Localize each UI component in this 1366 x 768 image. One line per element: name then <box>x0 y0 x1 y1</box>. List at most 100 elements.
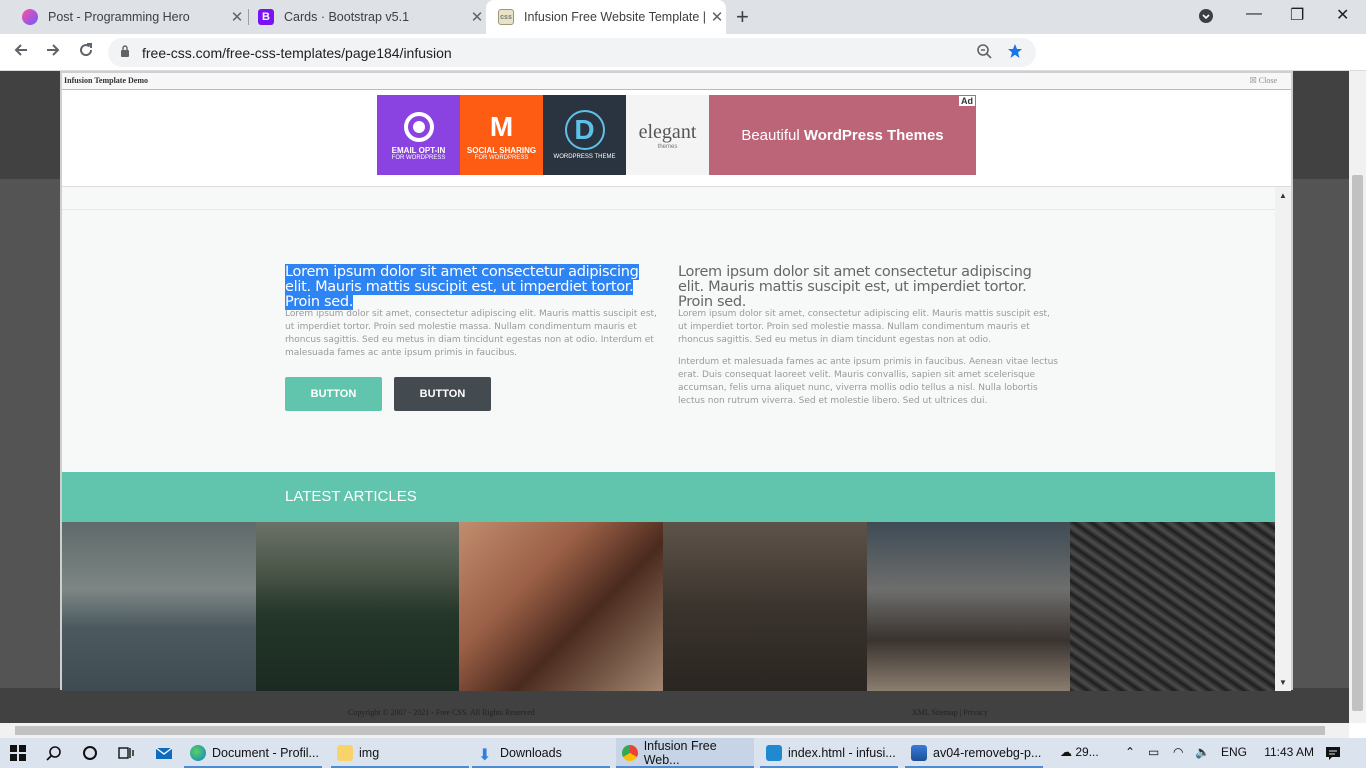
right-body-text: Lorem ipsum dolor sit amet, consectetur … <box>678 309 1050 345</box>
article-photo-woman-hair[interactable] <box>867 522 1070 691</box>
minimize-button[interactable]: — <box>1246 5 1262 23</box>
footer-links[interactable]: XML Sitemap | Privacy <box>912 708 988 717</box>
article-photo-rope[interactable] <box>1070 522 1275 691</box>
footer-copyright: Copyright © 2007 - 2021 - Free CSS. All … <box>348 708 535 717</box>
tab-separator <box>248 9 249 25</box>
photos-icon <box>911 745 927 761</box>
latest-articles-title: LATEST ARTICLES <box>285 488 417 505</box>
chrome-icon <box>622 745 638 761</box>
language-indicator[interactable]: ENG <box>1221 745 1247 759</box>
lock-icon <box>121 45 129 57</box>
close-icon[interactable]: ✕ <box>468 8 486 26</box>
taskbar-app-folder[interactable]: img <box>331 738 469 768</box>
clock[interactable]: 11:43 AM <box>1264 745 1314 759</box>
ad-elegant-themes-tile[interactable]: elegant themes <box>626 95 709 175</box>
tab-bar: Post - Programming Hero ✕ B Cards · Boot… <box>0 0 1366 34</box>
bookmark-star-icon[interactable] <box>1007 43 1023 64</box>
tab-title: Cards · Bootstrap v5.1 <box>284 10 410 24</box>
ad-tile-text: EMAIL OPT-IN <box>391 145 446 155</box>
primary-button[interactable]: BUTTON <box>285 377 382 411</box>
ad-tile-text: SOCIAL SHARING <box>466 145 537 155</box>
scroll-down-arrow-icon[interactable]: ▼ <box>1279 678 1287 687</box>
tab-infusion-active[interactable]: css Infusion Free Website Template | ✕ <box>486 0 726 34</box>
volume-icon[interactable]: 🔈 <box>1195 745 1210 759</box>
taskbar-app-edge[interactable]: Document - Profil... <box>184 738 322 768</box>
taskbar-app-label: Infusion Free Web... <box>643 739 717 767</box>
battery-icon[interactable]: ▭ <box>1148 745 1159 759</box>
taskbar-app-vscode[interactable]: index.html - infusi... <box>760 738 898 768</box>
demo-close-link[interactable]: ☒ Close <box>1250 76 1277 85</box>
page-viewport: Copyright © 2007 - 2021 - Free CSS. All … <box>0 71 1349 723</box>
cortana-icon[interactable] <box>82 745 98 766</box>
forward-arrow-icon[interactable] <box>44 41 62 64</box>
ad-social-sharing-tile[interactable]: M SOCIAL SHARING FOR WORDPRESS <box>460 95 543 175</box>
chevron-up-icon[interactable]: ⌃ <box>1125 745 1135 759</box>
divi-logo: D <box>564 110 605 150</box>
ad-tile-subtext: FOR WORDPRESS <box>474 154 529 161</box>
taskbar-app-label: img <box>359 746 380 760</box>
search-icon[interactable] <box>46 745 62 766</box>
zoom-icon[interactable] <box>976 43 992 64</box>
reload-icon[interactable] <box>77 41 95 64</box>
ad-tile-subtext: themes <box>657 143 678 150</box>
maximize-button[interactable]: ❐ <box>1290 5 1304 25</box>
ad-wordpress-themes-tile[interactable]: Beautiful WordPress Themes <box>709 95 976 175</box>
close-window-button[interactable]: ✕ <box>1336 5 1349 25</box>
browser-toolbar: free-css.com/free-css-templates/page184/… <box>0 34 1366 96</box>
back-arrow-icon[interactable] <box>12 41 30 64</box>
template-demo-frame: Infusion Template Demo ☒ Close EMAIL OPT… <box>60 71 1293 691</box>
close-icon[interactable]: ✕ <box>708 8 726 26</box>
edge-icon <box>190 745 206 761</box>
article-photo-mountains[interactable] <box>62 522 256 691</box>
scrollbar-thumb[interactable] <box>1352 175 1363 711</box>
page-horizontal-scrollbar[interactable] <box>0 723 1349 738</box>
ad-divi-tile[interactable]: D WORDPRESS THEME <box>543 95 626 175</box>
page-vertical-scrollbar[interactable] <box>1349 71 1366 723</box>
vscode-icon <box>766 745 782 761</box>
preview-scrollbar[interactable]: ▲ ▼ <box>1275 187 1291 691</box>
css-favicon-icon: css <box>498 9 514 25</box>
folder-icon <box>337 745 353 761</box>
new-tab-button[interactable]: + <box>736 4 749 30</box>
article-photo-woman-portrait[interactable] <box>459 522 663 691</box>
ad-banner[interactable]: EMAIL OPT-IN FOR WORDPRESS M SOCIAL SHAR… <box>377 95 977 175</box>
bootstrap-icon: B <box>258 9 274 25</box>
mail-icon[interactable] <box>155 745 173 766</box>
close-icon[interactable]: ✕ <box>228 8 246 26</box>
taskbar-app-chrome[interactable]: Infusion Free Web... <box>616 738 754 768</box>
wifi-icon[interactable]: ◠ <box>1173 745 1183 759</box>
taskbar-app-downloads[interactable]: ⬇ Downloads <box>472 738 610 768</box>
bloom-logo-icon <box>403 111 434 142</box>
taskbar-app-photos[interactable]: av04-removebg-p... <box>905 738 1043 768</box>
windows-start-icon[interactable] <box>10 745 26 766</box>
scrollbar-thumb[interactable] <box>15 726 1325 735</box>
left-heading: Lorem ipsum dolor sit amet consectetur a… <box>285 264 655 310</box>
right-heading: Lorem ipsum dolor sit amet consectetur a… <box>678 264 1032 310</box>
tab-bootstrap-cards[interactable]: B Cards · Bootstrap v5.1 ✕ <box>250 0 486 34</box>
demo-bar: Infusion Template Demo ☒ Close <box>62 73 1291 90</box>
ad-tile-subtext: FOR WORDPRESS <box>391 154 446 161</box>
tab-programming-hero[interactable]: Post - Programming Hero ✕ <box>14 0 246 34</box>
ad-email-optin-tile[interactable]: EMAIL OPT-IN FOR WORDPRESS <box>377 95 460 175</box>
latest-articles-bar: LATEST ARTICLES <box>62 472 1275 522</box>
taskbar-app-label: av04-removebg-p... <box>933 746 1042 760</box>
tab-title: Post - Programming Hero <box>48 10 190 24</box>
ad-tile-subtext: WORDPRESS THEME <box>553 154 616 160</box>
ad-tagline-pre: Beautiful <box>741 126 804 144</box>
left-body-text: Lorem ipsum dolor sit amet, consectetur … <box>285 309 657 358</box>
task-view-icon[interactable] <box>118 745 134 766</box>
address-bar[interactable]: free-css.com/free-css-templates/page184/… <box>108 38 1036 67</box>
article-photo-forest[interactable] <box>256 522 459 691</box>
notifications-icon[interactable] <box>1325 745 1341 766</box>
page-footer-background <box>0 688 1349 723</box>
scroll-up-arrow-icon[interactable]: ▲ <box>1279 191 1287 200</box>
taskbar-app-label: Downloads <box>500 746 562 760</box>
secondary-button[interactable]: BUTTON <box>394 377 491 411</box>
divider <box>62 209 1275 210</box>
tab-title: Infusion Free Website Template | <box>524 10 707 24</box>
weather-widget[interactable]: ☁ 29... <box>1060 745 1099 759</box>
download-arrow-icon: ⬇ <box>478 747 492 764</box>
tab-search-icon[interactable] <box>1198 8 1214 29</box>
right-body-text-2: Interdum et malesuada fames ac ante ipsu… <box>678 357 1058 406</box>
article-photo-road-walker[interactable] <box>663 522 867 691</box>
